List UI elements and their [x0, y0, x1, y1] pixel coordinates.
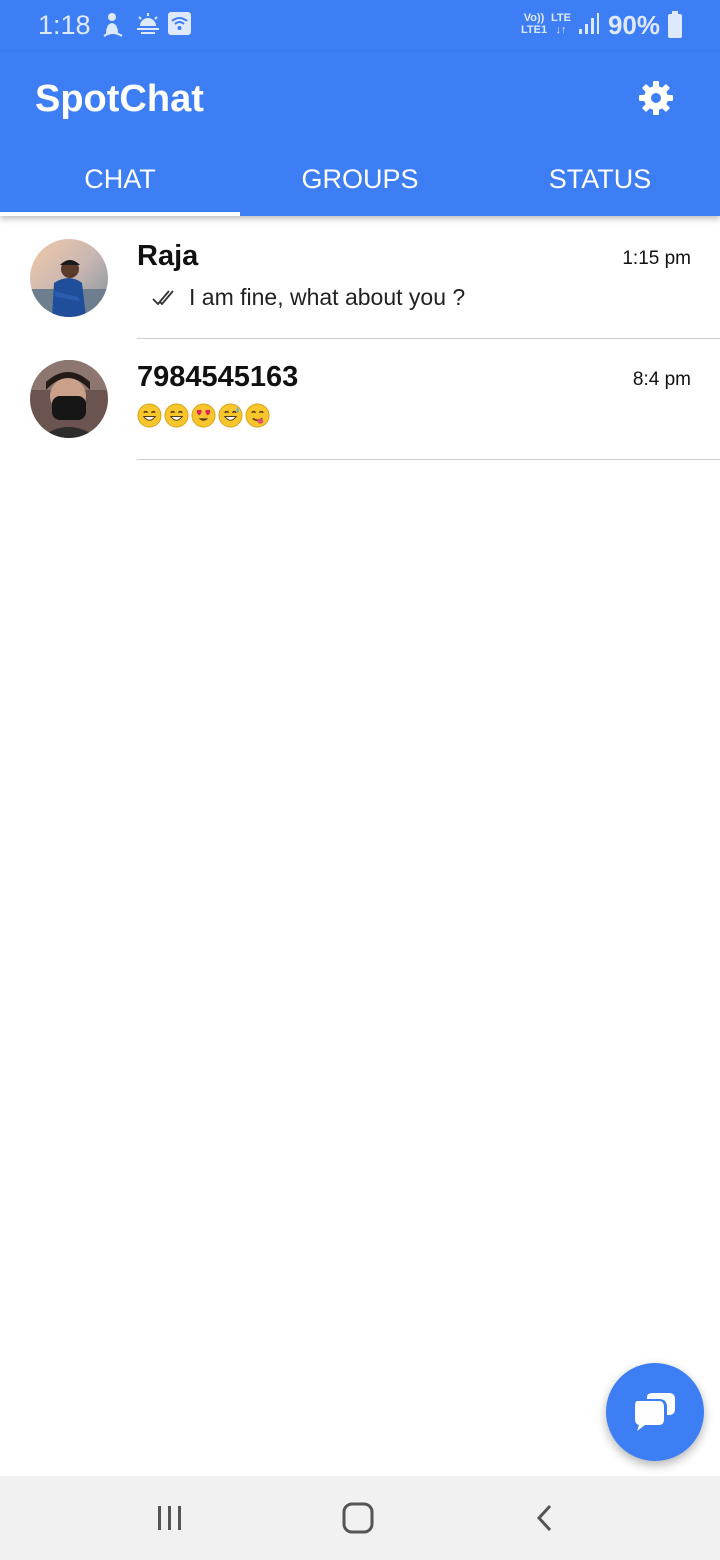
signal-icon	[579, 13, 599, 34]
sweat-smile-icon	[218, 403, 243, 428]
weather-icon	[137, 13, 159, 34]
chat-name: Raja	[137, 240, 199, 272]
chat-row-7984545163[interactable]: 7984545163 8:4 pm	[0, 339, 720, 460]
row-divider	[137, 459, 720, 460]
chat-list: Raja 1:15 pm I am fine, what about you ?…	[0, 218, 720, 460]
chat-time: 8:4 pm	[632, 369, 691, 390]
status-time: 1:18	[38, 10, 91, 40]
new-chat-button[interactable]	[606, 1363, 704, 1461]
chat-last-message: I am fine, what about you ?	[137, 284, 465, 311]
app-title: SpotChat	[35, 78, 204, 120]
avatar	[30, 360, 108, 438]
chat-message-text: I am fine, what about you ?	[189, 284, 466, 310]
grin-icon	[137, 403, 162, 428]
status-bar: 1:18 Vo)) LTE1 LTE ↓↑ 90%	[0, 0, 720, 52]
tab-groups[interactable]: GROUPS	[240, 152, 480, 216]
chat-row-raja[interactable]: Raja 1:15 pm I am fine, what about you ?	[0, 218, 720, 339]
heart-eyes-icon	[191, 403, 216, 428]
recents-icon[interactable]	[150, 1498, 190, 1538]
chat-bubble-icon	[635, 1393, 675, 1431]
battery-icon	[668, 11, 682, 38]
wifi-icon	[168, 12, 191, 35]
lte-indicator: LTE ↓↑	[551, 12, 571, 36]
tab-bar: CHAT GROUPS STATUS	[0, 152, 720, 216]
tab-chat[interactable]: CHAT	[0, 152, 240, 216]
yum-icon	[245, 403, 270, 428]
chat-name: 7984545163	[137, 361, 299, 393]
gear-icon[interactable]	[636, 78, 676, 118]
battery-percent: 90%	[607, 10, 660, 40]
system-nav-bar	[0, 1476, 720, 1560]
double-check-icon	[152, 289, 174, 305]
avatar	[30, 239, 108, 317]
person-notification-icon	[103, 13, 123, 37]
chat-last-message	[137, 403, 272, 428]
home-icon[interactable]	[338, 1498, 378, 1538]
chat-time: 1:15 pm	[622, 248, 691, 269]
app-bar: SpotChat CHAT GROUPS STATUS	[0, 52, 720, 216]
volte-indicator: Vo)) LTE1	[521, 12, 548, 36]
back-icon[interactable]	[526, 1498, 566, 1538]
grin-icon	[164, 403, 189, 428]
tab-status[interactable]: STATUS	[480, 152, 720, 216]
